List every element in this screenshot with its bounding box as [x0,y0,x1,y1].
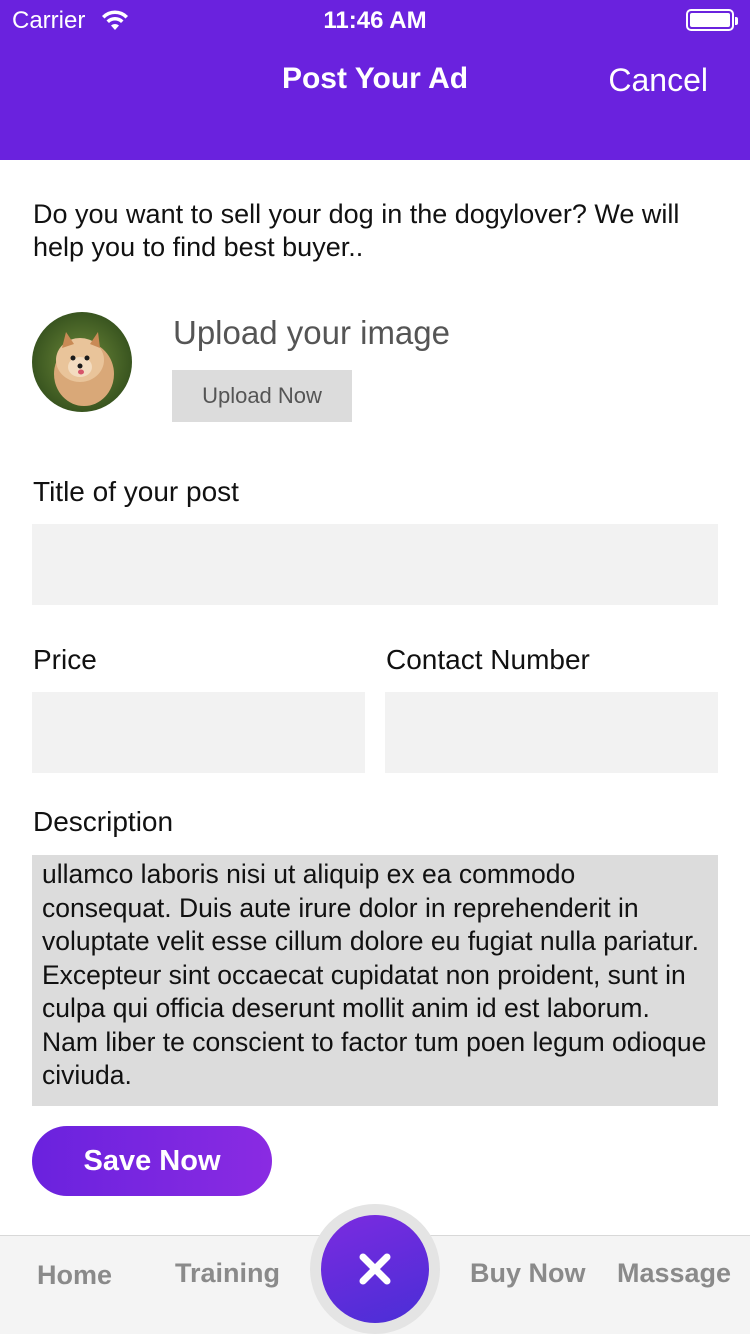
description-label: Description [33,806,174,837]
description-textarea[interactable]: ullamco laboris nisi ut aliquip ex ea co… [32,855,718,1106]
tab-buy-now[interactable]: Buy Now [470,1258,586,1289]
status-bar: Carrier 11:46 AM [0,0,750,40]
header: Carrier 11:46 AM Post Your Ad Cancel [0,0,750,160]
dog-avatar-image[interactable] [32,312,132,412]
save-now-button[interactable]: Save Now [32,1126,272,1196]
clock: 11:46 AM [323,7,427,34]
price-input[interactable] [32,692,365,773]
upload-now-button[interactable]: Upload Now [172,370,352,422]
upload-title: Upload your image [173,314,450,351]
contact-number-input[interactable] [385,692,718,773]
tab-training[interactable]: Training [175,1258,280,1289]
tab-home[interactable]: Home [37,1260,112,1291]
close-icon [359,1253,391,1285]
cancel-button[interactable]: Cancel [608,62,708,99]
post-title-input[interactable] [32,524,718,605]
post-title-label: Title of your post [33,476,239,507]
intro-text: Do you want to sell your dog in the dogy… [33,199,680,262]
center-close-button[interactable] [321,1215,429,1323]
price-label: Price [33,644,97,675]
battery-icon [686,9,738,31]
contact-number-label: Contact Number [386,644,590,675]
tab-massage[interactable]: Massage [617,1258,731,1289]
